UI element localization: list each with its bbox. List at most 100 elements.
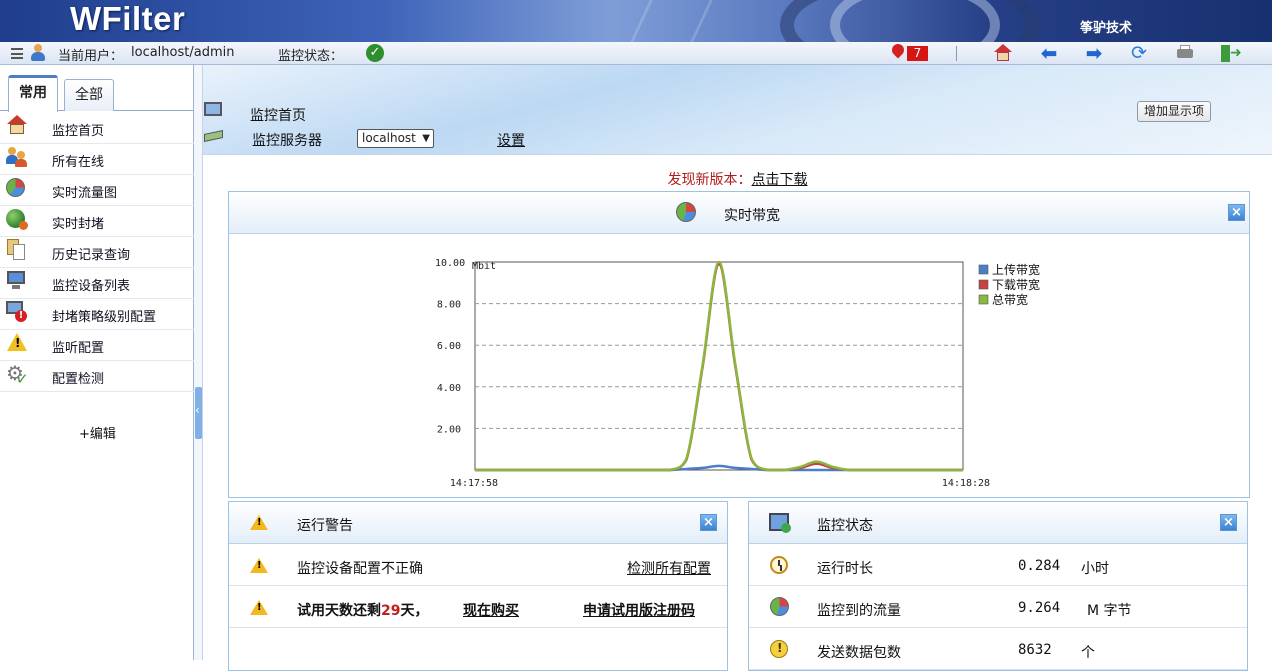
edit-link[interactable]: +编辑 <box>79 423 116 442</box>
y-tick-label: 4.00 <box>437 383 461 394</box>
sidebar-item-device-list[interactable]: 监控设备列表 <box>0 268 194 299</box>
status-value: 0.284 <box>1018 558 1061 574</box>
sidebar-item-label: 监听配置 <box>52 341 105 356</box>
table-row: 监控到的流量 9.264 M 字节 <box>749 587 1247 628</box>
page-title: 监控首页 <box>250 108 306 124</box>
user-icon <box>30 44 46 62</box>
warnings-panel: 运行警告 × 监控设备配置不正确 检测所有配置 试用天数还剩29天， 现在购买 … <box>228 501 728 671</box>
home-icon <box>6 115 28 137</box>
current-user: localhost/admin <box>131 45 235 60</box>
sidebar-splitter[interactable] <box>194 65 203 660</box>
sidebar-item-listen-config[interactable]: 监听配置 <box>0 330 194 361</box>
monitor-status-label: 监控状态： <box>278 49 344 64</box>
sidebar-nav: 监控首页 所有在线 实时流量图 实时封堵 历史记录查询 监控设备列表 ! 封堵策… <box>0 113 194 392</box>
tab-common[interactable]: 常用 <box>8 75 58 112</box>
monitor-status-icon <box>769 513 791 533</box>
collapse-handle[interactable] <box>195 387 202 439</box>
bandwidth-chart: 10.00 8.00 6.00 4.00 2.00 Mbit 14:17:58 14:1… <box>435 258 1040 489</box>
panel-title: 监控状态 <box>817 518 873 534</box>
sidebar-item-config-check[interactable]: ⚙ ✓ 配置检测 <box>0 361 194 392</box>
sidebar-item-label: 历史记录查询 <box>52 248 131 263</box>
banner-decoration <box>830 0 1000 42</box>
table-row: 发送数据包数 8632 个 <box>749 629 1247 670</box>
back-arrow-icon[interactable]: ⬅ <box>1038 43 1060 63</box>
server-select[interactable]: localhost ▼ <box>357 129 434 148</box>
clock-icon <box>770 556 788 574</box>
refresh-icon[interactable]: ⟳ <box>1128 44 1150 63</box>
panel-header: 实时带宽 × <box>229 192 1249 234</box>
legend-swatch <box>978 294 989 305</box>
legend-label: 上传带宽 <box>992 262 1040 277</box>
trial-suffix: 天， <box>400 603 429 619</box>
y-tick-label: 10.00 <box>435 258 465 269</box>
sidebar-item-realtime-block[interactable]: 实时封堵 <box>0 206 194 237</box>
download-link[interactable]: 点击下载 <box>752 172 808 188</box>
gear-check-icon: ⚙ ✓ <box>6 361 29 388</box>
y-tick-label: 8.00 <box>437 300 461 311</box>
pie-chart-icon <box>6 178 25 197</box>
request-trial-code-link[interactable]: 申请试用版注册码 <box>583 600 695 620</box>
print-icon[interactable] <box>1174 44 1196 63</box>
monitor-block-icon: ! <box>6 301 28 323</box>
sidebar-item-history[interactable]: 历史记录查询 <box>0 237 194 268</box>
tab-all[interactable]: 全部 <box>64 79 114 111</box>
home-icon[interactable] <box>992 44 1014 63</box>
x-end-label: 14:18:28 <box>942 478 990 489</box>
table-row: 运行时长 0.284 小时 <box>749 545 1247 586</box>
server-icon <box>204 129 223 143</box>
chevron-down-icon: ▼ <box>422 133 430 144</box>
server-select-value: localhost <box>362 131 416 145</box>
update-notice: 发现新版本：点击下载 <box>203 169 1272 189</box>
legend-swatch <box>978 264 989 275</box>
close-icon[interactable]: × <box>1220 514 1237 531</box>
status-label: 监控到的流量 <box>817 603 901 619</box>
sidebar-item-label: 配置检测 <box>52 372 105 387</box>
status-unit: 个 <box>1081 645 1095 661</box>
sidebar-item-block-policy[interactable]: ! 封堵策略级别配置 <box>0 299 194 330</box>
warning-icon <box>250 600 268 615</box>
y-tick-label: 2.00 <box>437 424 461 435</box>
banner-decoration <box>630 0 653 42</box>
monitor-status-panel: 监控状态 × 运行时长 0.284 小时 监控到的流量 9.264 M 字节 发… <box>748 501 1248 671</box>
menu-icon[interactable] <box>11 48 23 59</box>
sidebar-item-label: 监控设备列表 <box>52 279 131 294</box>
app-banner: WFilter 筝驴技术 <box>0 0 1272 42</box>
legend-swatch <box>978 279 989 290</box>
y-unit-label: Mbit <box>472 261 496 272</box>
sidebar-item-traffic-chart[interactable]: 实时流量图 <box>0 175 194 206</box>
current-user-label: 当前用户： <box>58 49 124 64</box>
warning-icon <box>250 558 268 573</box>
forward-arrow-icon[interactable]: ➡ <box>1083 43 1105 63</box>
update-notice-text: 发现新版本： <box>667 172 752 188</box>
warning-icon <box>250 515 268 530</box>
app-logo: WFilter <box>70 0 186 37</box>
left-sidebar: 常用 全部 监控首页 所有在线 实时流量图 实时封堵 历史记录查询 监控设备列表 <box>0 65 194 660</box>
alert-pin-icon[interactable] <box>889 41 907 59</box>
sidebar-item-monitor-home[interactable]: 监控首页 <box>0 113 194 144</box>
close-icon[interactable]: × <box>700 514 717 531</box>
sidebar-item-all-online[interactable]: 所有在线 <box>0 144 194 175</box>
sidebar-tabs: 常用 全部 <box>0 75 194 112</box>
trial-days-text: 试用天数还剩29天， <box>297 600 428 620</box>
pie-chart-icon <box>770 597 789 616</box>
add-display-item-button[interactable]: 增加显示项 <box>1137 101 1212 122</box>
check-all-config-link[interactable]: 检测所有配置 <box>627 558 711 578</box>
pie-chart-icon <box>676 202 696 222</box>
check-circle-icon: ✓ <box>366 44 384 62</box>
monitor-icon <box>6 270 28 292</box>
x-start-label: 14:17:58 <box>450 478 498 489</box>
list-item: 试用天数还剩29天， 现在购买 申请试用版注册码 <box>229 587 727 628</box>
panel-header: 运行警告 × <box>229 502 727 544</box>
sidebar-item-label: 实时封堵 <box>52 217 105 232</box>
main-content: 监控首页 增加显示项 监控服务器 localhost ▼ 设置 发现新版本：点击下… <box>203 65 1272 671</box>
close-icon[interactable]: × <box>1228 204 1245 221</box>
status-unit: M 字节 <box>1087 603 1132 619</box>
sidebar-item-label: 封堵策略级别配置 <box>52 310 157 325</box>
status-value: 9.264 <box>1018 600 1061 616</box>
buy-now-link[interactable]: 现在购买 <box>463 600 519 620</box>
logout-icon[interactable]: ➜ <box>1218 44 1242 63</box>
alert-count-badge[interactable]: 7 <box>907 46 928 61</box>
warning-text: 监控设备配置不正确 <box>297 561 423 577</box>
server-label: 监控服务器 <box>252 133 322 149</box>
settings-link[interactable]: 设置 <box>497 130 525 150</box>
